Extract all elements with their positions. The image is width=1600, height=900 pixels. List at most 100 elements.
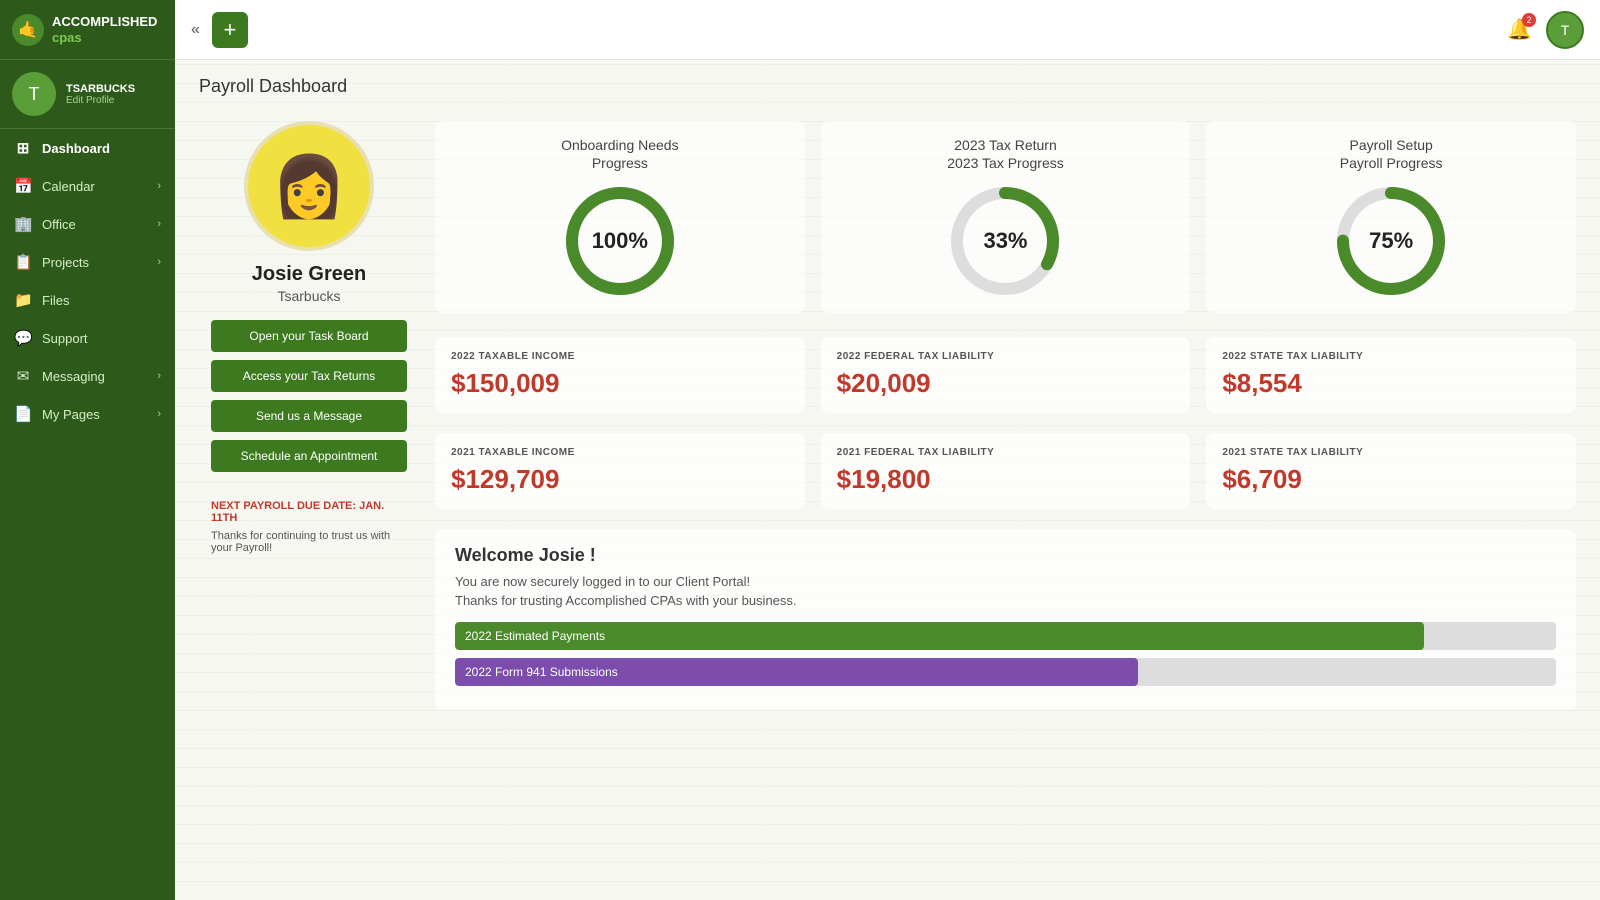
edit-profile-link[interactable]: Edit Profile — [66, 95, 135, 106]
sidebar-item-dashboard[interactable]: ⊞ Dashboard — [0, 129, 175, 167]
sidebar-item-files[interactable]: 📁 Files — [0, 281, 175, 319]
tax-data-2022-row: 2022 TAXABLE INCOME $150,009 2022 FEDERA… — [435, 337, 1576, 413]
tax-card-value: $6,709 — [1222, 464, 1560, 495]
sidebar: 🤙 ACCOMPLISHEDcpas T TSARBUCKS Edit Prof… — [0, 0, 175, 900]
bar-row-estimated: 2022 Estimated Payments — [455, 622, 1556, 650]
progress-card-payroll: Payroll Setup Payroll Progress 75% — [1206, 121, 1576, 313]
payroll-message: Thanks for continuing to trust us with y… — [211, 530, 407, 554]
topbar-avatar[interactable]: T — [1546, 11, 1584, 49]
progress-card-tax-return: 2023 Tax Return 2023 Tax Progress 33% — [821, 121, 1191, 313]
tax-card-label: 2022 FEDERAL TAX LIABILITY — [837, 351, 1175, 362]
welcome-line2: Thanks for trusting Accomplished CPAs wi… — [455, 593, 1556, 608]
topbar-left: « + — [191, 12, 248, 48]
tax-card-value: $129,709 — [451, 464, 789, 495]
logo-area: 🤙 ACCOMPLISHEDcpas — [0, 0, 175, 60]
welcome-title: Welcome Josie ! — [455, 545, 1556, 566]
username-label: TSARBUCKS — [66, 83, 135, 95]
progress-title: 2023 Tax Return — [954, 137, 1056, 153]
topbar: « + 🔔 2 T — [175, 0, 1600, 60]
sidebar-item-messaging[interactable]: ✉Messaging › — [0, 357, 175, 395]
sidebar-item-label: Calendar — [42, 179, 95, 194]
calendar-icon: 📅 — [14, 177, 32, 195]
sidebar-item-office[interactable]: 🏢 Office › — [0, 205, 175, 243]
circle-tax-return: 33% — [945, 181, 1065, 301]
mypages-icon: 📄 — [14, 405, 32, 423]
profile-name: Josie Green — [252, 263, 367, 286]
progress-bars: 2022 Estimated Payments 2022 Form 941 Su… — [455, 622, 1556, 686]
welcome-line1: You are now securely logged in to our Cl… — [455, 574, 1556, 589]
tax-card-label: 2022 TAXABLE INCOME — [451, 351, 789, 362]
content-area: Payroll Dashboard 👩 Josie Green Tsarbuck… — [175, 60, 1600, 900]
sidebar-item-label: Dashboard — [42, 141, 110, 156]
bar-label-estimated: 2022 Estimated Payments — [465, 629, 605, 643]
bar-row-form941: 2022 Form 941 Submissions — [455, 658, 1556, 686]
progress-subtitle: 2023 Tax Progress — [947, 155, 1063, 171]
chevron-right-icon: › — [157, 218, 161, 230]
task-board-button[interactable]: Open your Task Board — [211, 320, 407, 352]
sidebar-item-label: Files — [42, 293, 69, 308]
welcome-section: Welcome Josie ! You are now securely log… — [435, 529, 1576, 710]
sidebar-user: T TSARBUCKS Edit Profile — [0, 60, 175, 129]
tax-card-federal-2022: 2022 FEDERAL TAX LIABILITY $20,009 — [821, 337, 1191, 413]
tax-card-federal-2021: 2021 FEDERAL TAX LIABILITY $19,800 — [821, 433, 1191, 509]
sidebar-item-projects[interactable]: 📋Projects › — [0, 243, 175, 281]
right-panel: Onboarding Needs Progress 100% 2023 Tax — [419, 105, 1576, 726]
office-icon: 🏢 — [14, 215, 32, 233]
bar-fill-estimated: 2022 Estimated Payments — [455, 622, 1424, 650]
dashboard-grid: 👩 Josie Green Tsarbucks Open your Task B… — [175, 105, 1600, 750]
collapse-icon[interactable]: « — [191, 21, 200, 39]
tax-card-value: $20,009 — [837, 368, 1175, 399]
profile-picture: 👩 — [244, 121, 374, 251]
bar-track-estimated: 2022 Estimated Payments — [455, 622, 1556, 650]
notification-badge: 2 — [1522, 13, 1536, 27]
topbar-right: 🔔 2 T — [1507, 11, 1584, 49]
sidebar-item-label: Messaging — [42, 369, 105, 384]
progress-subtitle: Progress — [592, 155, 648, 171]
sidebar-item-support[interactable]: 💬Support — [0, 319, 175, 357]
schedule-appointment-button[interactable]: Schedule an Appointment — [211, 440, 407, 472]
bar-track-form941: 2022 Form 941 Submissions — [455, 658, 1556, 686]
progress-card-onboarding: Onboarding Needs Progress 100% — [435, 121, 805, 313]
chevron-right-icon: › — [157, 256, 161, 268]
tax-card-value: $19,800 — [837, 464, 1175, 495]
tax-card-label: 2021 STATE TAX LIABILITY — [1222, 447, 1560, 458]
sidebar-item-label: Office — [42, 217, 76, 232]
bar-fill-form941: 2022 Form 941 Submissions — [455, 658, 1138, 686]
nav-list: ⊞ Dashboard 📅 Calendar › 🏢 Office › 📋Projec… — [0, 129, 175, 900]
dashboard-icon: ⊞ — [14, 139, 32, 157]
tax-card-value: $8,554 — [1222, 368, 1560, 399]
progress-subtitle: Payroll Progress — [1340, 155, 1443, 171]
add-button[interactable]: + — [212, 12, 248, 48]
circle-onboarding: 100% — [560, 181, 680, 301]
logo-text: ACCOMPLISHEDcpas — [52, 14, 157, 45]
tax-data-2021-row: 2021 TAXABLE INCOME $129,709 2021 FEDERA… — [435, 433, 1576, 509]
tax-card-income-2022: 2022 TAXABLE INCOME $150,009 — [435, 337, 805, 413]
chevron-right-icon: › — [157, 180, 161, 192]
files-icon: 📁 — [14, 291, 32, 309]
tax-card-label: 2021 FEDERAL TAX LIABILITY — [837, 447, 1175, 458]
tax-card-state-2021: 2021 STATE TAX LIABILITY $6,709 — [1206, 433, 1576, 509]
notification-button[interactable]: 🔔 2 — [1507, 17, 1532, 42]
circle-percent: 100% — [592, 228, 648, 254]
circle-payroll: 75% — [1331, 181, 1451, 301]
circle-percent: 75% — [1369, 228, 1413, 254]
avatar: T — [12, 72, 56, 116]
sidebar-item-mypages[interactable]: 📄My Pages › — [0, 395, 175, 433]
projects-icon: 📋 — [14, 253, 32, 271]
tax-returns-button[interactable]: Access your Tax Returns — [211, 360, 407, 392]
payroll-notice: NEXT PAYROLL DUE DATE: JAN. 11TH Thanks … — [211, 500, 407, 554]
tax-card-state-2022: 2022 STATE TAX LIABILITY $8,554 — [1206, 337, 1576, 413]
send-message-button[interactable]: Send us a Message — [211, 400, 407, 432]
sidebar-item-calendar[interactable]: 📅 Calendar › — [0, 167, 175, 205]
tax-card-income-2021: 2021 TAXABLE INCOME $129,709 — [435, 433, 805, 509]
tax-card-value: $150,009 — [451, 368, 789, 399]
chevron-right-icon: › — [157, 370, 161, 382]
support-icon: 💬 — [14, 329, 32, 347]
tax-card-label: 2022 STATE TAX LIABILITY — [1222, 351, 1560, 362]
progress-row: Onboarding Needs Progress 100% 2023 Tax — [435, 121, 1576, 313]
bar-label-form941: 2022 Form 941 Submissions — [465, 665, 618, 679]
page-title: Payroll Dashboard — [175, 60, 1600, 105]
logo-icon: 🤙 — [12, 14, 44, 46]
profile-company: Tsarbucks — [277, 288, 340, 304]
circle-percent: 33% — [983, 228, 1027, 254]
